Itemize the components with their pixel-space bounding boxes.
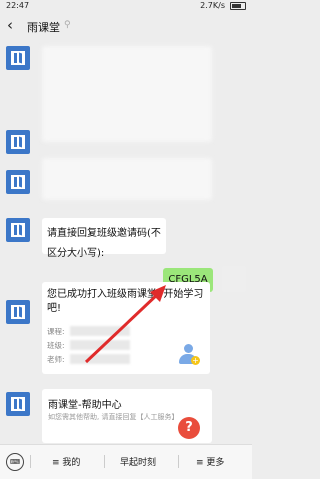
menu-more[interactable]: ≡ 更多 — [196, 455, 224, 468]
menu-early-time[interactable]: 早起时刻 — [120, 455, 156, 468]
annotation-arrow — [84, 285, 166, 364]
bottom-menu: ⌨ ≡ 我的 早起时刻 ≡ 更多 — [0, 444, 252, 479]
keyboard-icon[interactable]: ⌨ — [6, 453, 24, 471]
menu-my[interactable]: ≡ 我的 — [52, 455, 80, 468]
